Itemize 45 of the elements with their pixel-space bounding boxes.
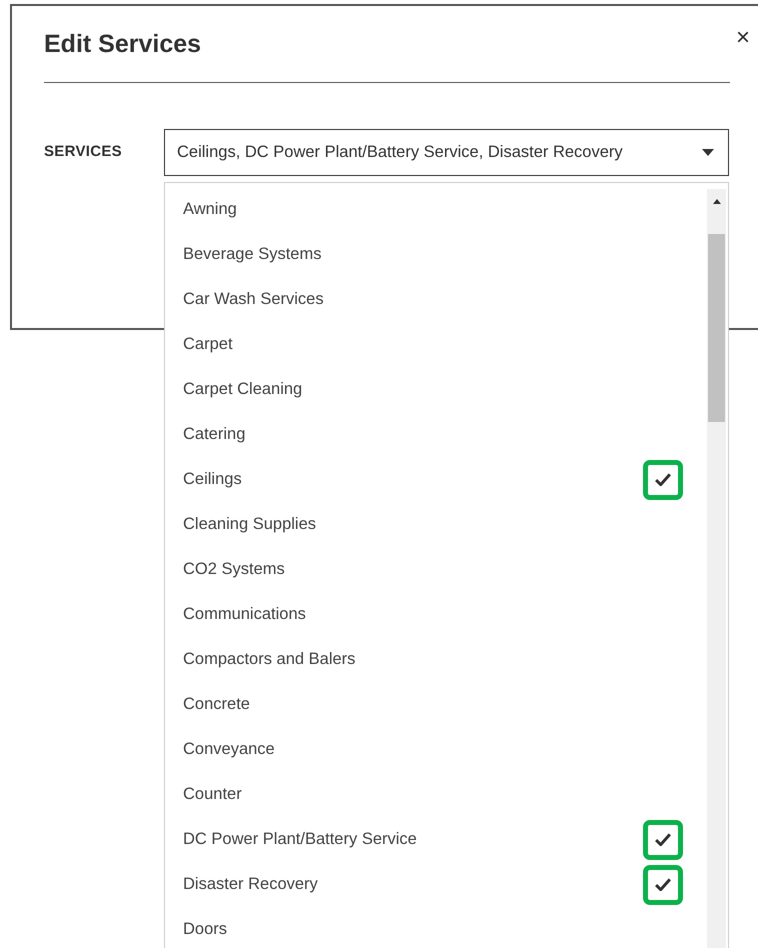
option-item[interactable]: Beverage Systems: [165, 232, 707, 277]
caret-icon: [702, 149, 714, 156]
check-icon: [655, 833, 671, 846]
option-item[interactable]: Disaster Recovery: [165, 862, 707, 907]
check-icon: [655, 878, 671, 891]
option-label: Car Wash Services: [183, 290, 324, 309]
option-item[interactable]: Car Wash Services: [165, 277, 707, 322]
option-label: Ceilings: [183, 470, 242, 489]
option-item[interactable]: Carpet: [165, 322, 707, 367]
option-item[interactable]: Conveyance: [165, 727, 707, 772]
scrollbar[interactable]: [707, 189, 726, 948]
option-label: CO2 Systems: [183, 560, 285, 579]
option-label: Disaster Recovery: [183, 875, 318, 894]
option-label: Catering: [183, 425, 246, 444]
check-icon: [655, 473, 671, 486]
option-label: DC Power Plant/Battery Service: [183, 830, 417, 849]
option-item[interactable]: Communications: [165, 592, 707, 637]
option-label: Communications: [183, 605, 306, 624]
option-label: Awning: [183, 200, 237, 219]
option-label: Beverage Systems: [183, 245, 322, 264]
option-label: Conveyance: [183, 740, 275, 759]
option-label: Compactors and Balers: [183, 650, 356, 669]
dialog-title: Edit Services: [44, 30, 202, 59]
scroll-up-icon[interactable]: [712, 199, 720, 204]
option-item[interactable]: Concrete: [165, 682, 707, 727]
option-label: Concrete: [183, 695, 250, 714]
option-item[interactable]: Counter: [165, 772, 707, 817]
option-item[interactable]: Doors: [165, 907, 707, 948]
services-dropdown[interactable]: Ceilings, DC Power Plant/Battery Service, Disaster Recovery: [164, 129, 729, 176]
option-label: Carpet: [183, 335, 233, 354]
option-item[interactable]: Carpet Cleaning: [165, 367, 707, 412]
option-item[interactable]: DC Power Plant/Battery Service: [165, 817, 707, 862]
option-item[interactable]: Awning: [165, 187, 707, 232]
field-label: SERVICES: [44, 142, 123, 160]
option-label: Doors: [183, 920, 228, 939]
option-item[interactable]: CO2 Systems: [165, 547, 707, 592]
option-label: Carpet Cleaning: [183, 380, 302, 399]
close-button[interactable]: ×: [736, 26, 750, 50]
option-label: Cleaning Supplies: [183, 515, 316, 534]
option-label: Counter: [183, 785, 242, 804]
scroll-thumb[interactable]: [708, 234, 725, 422]
option-item[interactable]: Catering: [165, 412, 707, 457]
option-item[interactable]: Compactors and Balers: [165, 637, 707, 682]
option-item[interactable]: Ceilings: [165, 457, 707, 502]
option-item[interactable]: Cleaning Supplies: [165, 502, 707, 547]
